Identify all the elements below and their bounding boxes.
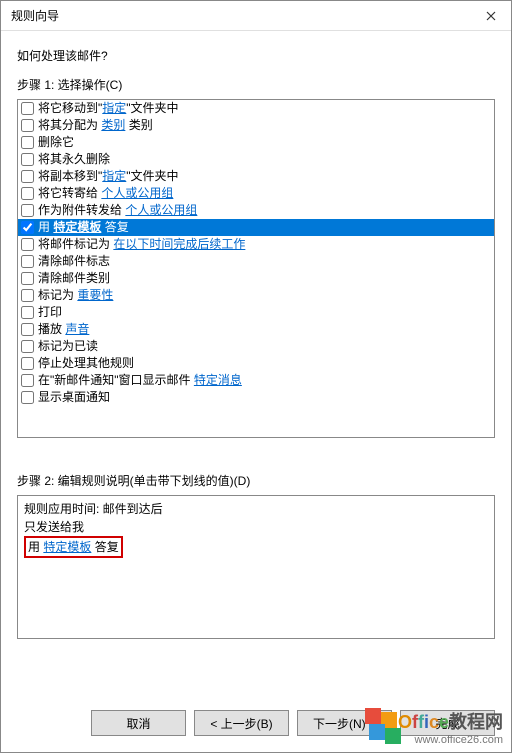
action-row[interactable]: 清除邮件标志 bbox=[18, 253, 494, 270]
action-row[interactable]: 停止处理其他规则 bbox=[18, 355, 494, 372]
action-text: 在"新邮件通知"窗口显示邮件 特定消息 bbox=[38, 372, 242, 389]
action-link[interactable]: 个人或公用组 bbox=[101, 186, 173, 200]
action-checkbox[interactable] bbox=[21, 323, 34, 336]
action-row[interactable]: 清除邮件类别 bbox=[18, 270, 494, 287]
desc-line-1: 规则应用时间: 邮件到达后 bbox=[24, 500, 488, 518]
template-link[interactable]: 特定模板 bbox=[43, 540, 91, 554]
action-checkbox[interactable] bbox=[21, 204, 34, 217]
action-row[interactable]: 将它转寄给 个人或公用组 bbox=[18, 185, 494, 202]
action-text: 删除它 bbox=[38, 134, 74, 151]
action-checkbox[interactable] bbox=[21, 170, 34, 183]
highlighted-rule: 用 特定模板 答复 bbox=[24, 536, 123, 558]
action-link[interactable]: 声音 bbox=[65, 322, 89, 336]
action-text: 作为附件转发给 个人或公用组 bbox=[38, 202, 197, 219]
action-checkbox[interactable] bbox=[21, 238, 34, 251]
action-checkbox[interactable] bbox=[21, 272, 34, 285]
question-text: 如何处理该邮件? bbox=[17, 47, 495, 64]
action-row[interactable]: 将邮件标记为 在以下时间完成后续工作 bbox=[18, 236, 494, 253]
action-text: 将副本移到"指定"文件夹中 bbox=[38, 168, 179, 185]
action-text: 停止处理其他规则 bbox=[38, 355, 134, 372]
action-row[interactable]: 删除它 bbox=[18, 134, 494, 151]
action-link[interactable]: 特定消息 bbox=[194, 373, 242, 387]
action-link[interactable]: 个人或公用组 bbox=[125, 203, 197, 217]
action-checkbox[interactable] bbox=[21, 221, 34, 234]
action-row[interactable]: 将其永久删除 bbox=[18, 151, 494, 168]
action-text: 标记为 重要性 bbox=[38, 287, 113, 304]
action-row[interactable]: 在"新邮件通知"窗口显示邮件 特定消息 bbox=[18, 372, 494, 389]
action-row[interactable]: 将副本移到"指定"文件夹中 bbox=[18, 168, 494, 185]
step2-section: 步骤 2: 编辑规则说明(单击带下划线的值)(D) 规则应用时间: 邮件到达后 … bbox=[17, 472, 495, 639]
title-bar: 规则向导 bbox=[1, 1, 511, 31]
action-row[interactable]: 显示桌面通知 bbox=[18, 389, 494, 406]
action-checkbox[interactable] bbox=[21, 340, 34, 353]
action-link[interactable]: 重要性 bbox=[77, 288, 113, 302]
finish-button[interactable]: 完成 bbox=[400, 710, 495, 736]
action-checkbox[interactable] bbox=[21, 102, 34, 115]
close-button[interactable] bbox=[471, 1, 511, 31]
action-text: 将它移动到"指定"文件夹中 bbox=[38, 100, 179, 117]
desc-line-3: 用 特定模板 答复 bbox=[24, 536, 488, 558]
action-checkbox[interactable] bbox=[21, 357, 34, 370]
action-link[interactable]: 类别 bbox=[101, 118, 125, 132]
step2-label: 步骤 2: 编辑规则说明(单击带下划线的值)(D) bbox=[17, 472, 495, 489]
action-link[interactable]: 指定 bbox=[102, 101, 126, 115]
action-row[interactable]: 将其分配为 类别 类别 bbox=[18, 117, 494, 134]
action-text: 显示桌面通知 bbox=[38, 389, 110, 406]
cancel-button[interactable]: 取消 bbox=[91, 710, 186, 736]
action-row[interactable]: 标记为 重要性 bbox=[18, 287, 494, 304]
action-row[interactable]: 将它移动到"指定"文件夹中 bbox=[18, 100, 494, 117]
action-checkbox[interactable] bbox=[21, 255, 34, 268]
action-link[interactable]: 特定模板 bbox=[53, 220, 101, 234]
watermark-logo-icon bbox=[365, 708, 401, 744]
button-row: 取消 < 上一步(B) 下一步(N) > 完成 bbox=[91, 710, 495, 736]
back-button[interactable]: < 上一步(B) bbox=[194, 710, 289, 736]
action-checkbox[interactable] bbox=[21, 306, 34, 319]
action-checkbox[interactable] bbox=[21, 119, 34, 132]
action-text: 将邮件标记为 在以下时间完成后续工作 bbox=[38, 236, 245, 253]
action-text: 打印 bbox=[38, 304, 62, 321]
action-checkbox[interactable] bbox=[21, 374, 34, 387]
action-text: 将它转寄给 个人或公用组 bbox=[38, 185, 173, 202]
action-text: 将其分配为 类别 类别 bbox=[38, 117, 153, 134]
action-row[interactable]: 打印 bbox=[18, 304, 494, 321]
action-text: 播放 声音 bbox=[38, 321, 89, 338]
content-area: 如何处理该邮件? 步骤 1: 选择操作(C) 将它移动到"指定"文件夹中将其分配… bbox=[1, 31, 511, 655]
action-checkbox[interactable] bbox=[21, 289, 34, 302]
rule-description-box[interactable]: 规则应用时间: 邮件到达后 只发送给我 用 特定模板 答复 bbox=[17, 495, 495, 639]
action-checkbox[interactable] bbox=[21, 136, 34, 149]
action-row[interactable]: 标记为已读 bbox=[18, 338, 494, 355]
window-title: 规则向导 bbox=[11, 7, 59, 24]
action-text: 清除邮件类别 bbox=[38, 270, 110, 287]
action-text: 清除邮件标志 bbox=[38, 253, 110, 270]
action-row[interactable]: 播放 声音 bbox=[18, 321, 494, 338]
rules-wizard-window: 规则向导 如何处理该邮件? 步骤 1: 选择操作(C) 将它移动到"指定"文件夹… bbox=[0, 0, 512, 753]
action-checkbox[interactable] bbox=[21, 187, 34, 200]
action-link[interactable]: 指定 bbox=[102, 169, 126, 183]
step1-label: 步骤 1: 选择操作(C) bbox=[17, 76, 495, 93]
action-text: 用 特定模板 答复 bbox=[38, 219, 129, 236]
action-row[interactable]: 作为附件转发给 个人或公用组 bbox=[18, 202, 494, 219]
action-row[interactable]: 用 特定模板 答复 bbox=[18, 219, 494, 236]
action-text: 标记为已读 bbox=[38, 338, 98, 355]
desc-line-2: 只发送给我 bbox=[24, 518, 488, 536]
close-icon bbox=[486, 11, 496, 21]
action-link[interactable]: 在以下时间完成后续工作 bbox=[113, 237, 245, 251]
action-checkbox[interactable] bbox=[21, 391, 34, 404]
actions-list[interactable]: 将它移动到"指定"文件夹中将其分配为 类别 类别删除它将其永久删除将副本移到"指… bbox=[17, 99, 495, 438]
action-checkbox[interactable] bbox=[21, 153, 34, 166]
action-text: 将其永久删除 bbox=[38, 151, 110, 168]
